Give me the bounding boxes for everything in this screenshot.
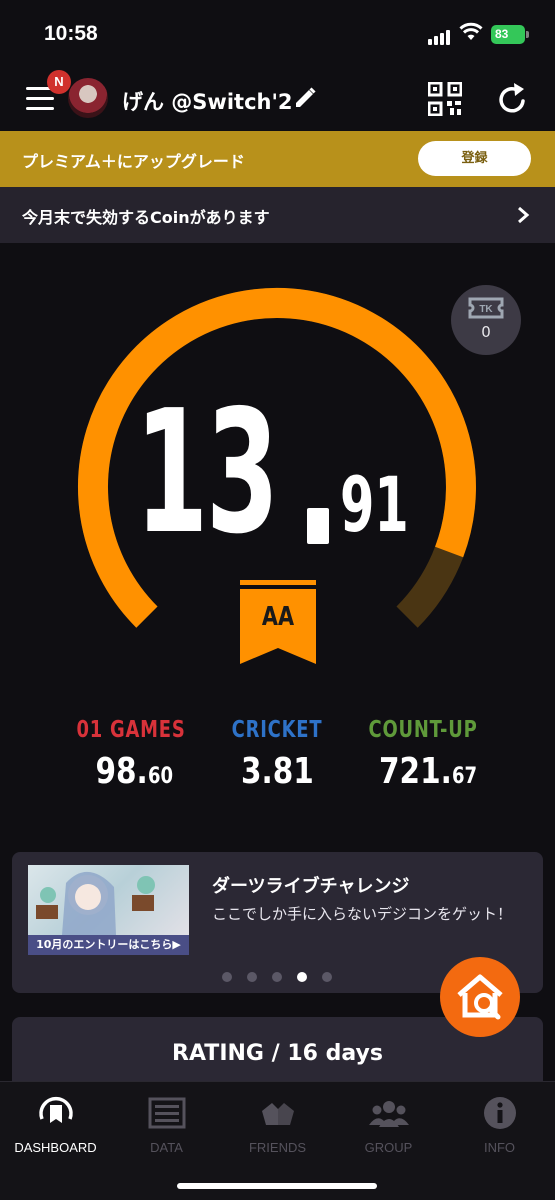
notification-badge[interactable]: N	[47, 70, 71, 94]
tab-label: FRIENDS	[248, 1140, 307, 1155]
carousel-dot[interactable]	[272, 972, 282, 982]
stat-value-int: 98.	[95, 751, 148, 792]
wifi-icon	[459, 22, 483, 40]
battery-indicator: 83	[491, 25, 529, 44]
banner-description: ここでしか手に入らないデジコンをゲット！	[212, 905, 513, 923]
status-bar: 10:58 83	[0, 0, 555, 70]
tab-label: GROUP	[364, 1140, 413, 1155]
carousel-dot[interactable]	[222, 972, 232, 982]
svg-text:TK: TK	[479, 304, 493, 315]
tab-friends[interactable]: FRIENDS	[222, 1094, 333, 1155]
stat-value-dec: 67	[452, 764, 478, 789]
friends-icon	[261, 1103, 294, 1125]
premium-upgrade-text: プレミアム＋にアップグレード	[22, 152, 245, 171]
stat-label: COUNT-UP	[368, 717, 478, 743]
carousel-dot[interactable]	[297, 972, 307, 982]
rating-decimal: 91	[340, 460, 409, 549]
stat-label: CRICKET	[231, 717, 323, 743]
battery-level: 83	[495, 27, 509, 41]
home-search-icon	[457, 974, 503, 1020]
premium-upgrade-bar[interactable]: プレミアム＋にアップグレード 登録	[0, 131, 555, 187]
stat-value-dec: 60	[147, 764, 173, 789]
menu-button[interactable]	[26, 87, 54, 113]
data-icon	[148, 1097, 185, 1129]
stat-label: 01 GAMES	[76, 717, 186, 743]
refresh-icon[interactable]	[497, 82, 529, 116]
dashboard-icon	[38, 1096, 73, 1123]
tab-info[interactable]: INFO	[444, 1094, 555, 1155]
chevron-right-icon	[518, 206, 530, 224]
stat-01-games[interactable]: 01 GAMES 98.60	[51, 717, 211, 792]
info-icon	[483, 1097, 516, 1129]
app-header: N げん @Switch'2	[0, 70, 555, 130]
rating-gauge[interactable]: TK 0 13 91 AA	[0, 243, 555, 703]
ticket-count: 0	[481, 323, 491, 341]
coin-expiry-text: 今月末で失効するCoinがあります	[22, 208, 270, 227]
register-button[interactable]: 登録	[418, 141, 531, 176]
carousel-dot[interactable]	[322, 972, 332, 982]
tab-label: INFO	[483, 1140, 516, 1155]
tab-data[interactable]: DATA	[111, 1094, 222, 1155]
carousel-dot[interactable]	[247, 972, 257, 982]
stat-value-int: 721.	[379, 751, 453, 792]
rating-integer: 13	[135, 374, 279, 572]
rating-decimal-point	[307, 508, 329, 544]
username[interactable]: げん @Switch'2	[122, 86, 293, 116]
banner-title: ダーツライブチャレンジ	[212, 876, 410, 897]
banner-image[interactable]: 10月のエントリーはこちら▶	[28, 865, 189, 955]
tab-label: DATA	[150, 1140, 183, 1155]
rank-label: AA	[261, 602, 295, 632]
shop-search-button[interactable]	[440, 957, 520, 1037]
group-icon	[368, 1101, 409, 1127]
tab-dashboard[interactable]: DASHBOARD	[0, 1094, 111, 1155]
stat-value-int: 3.81	[240, 751, 314, 792]
home-indicator[interactable]	[177, 1183, 377, 1189]
tab-group[interactable]: GROUP	[333, 1094, 444, 1155]
stat-cricket[interactable]: CRICKET 3.81	[197, 717, 357, 792]
coin-expiry-notice[interactable]: 今月末で失効するCoinがあります	[0, 187, 555, 243]
ticket-icon: TK	[468, 297, 504, 319]
avatar[interactable]	[68, 78, 108, 118]
status-time: 10:58	[44, 22, 98, 45]
rank-badge: AA	[240, 580, 316, 664]
stat-count-up[interactable]: COUNT-UP 721.67	[343, 717, 503, 792]
qr-code-icon[interactable]	[428, 82, 462, 116]
carousel-dots[interactable]	[222, 967, 347, 986]
banner-image-caption: 10月のエントリーはこちら▶	[28, 935, 189, 955]
rating-history-title: RATING / 16 days	[172, 1041, 383, 1066]
tab-label: DASHBOARD	[14, 1140, 97, 1155]
pencil-icon[interactable]	[293, 86, 317, 110]
ticket-button[interactable]: TK 0	[451, 285, 521, 355]
signal-icon	[428, 26, 452, 45]
